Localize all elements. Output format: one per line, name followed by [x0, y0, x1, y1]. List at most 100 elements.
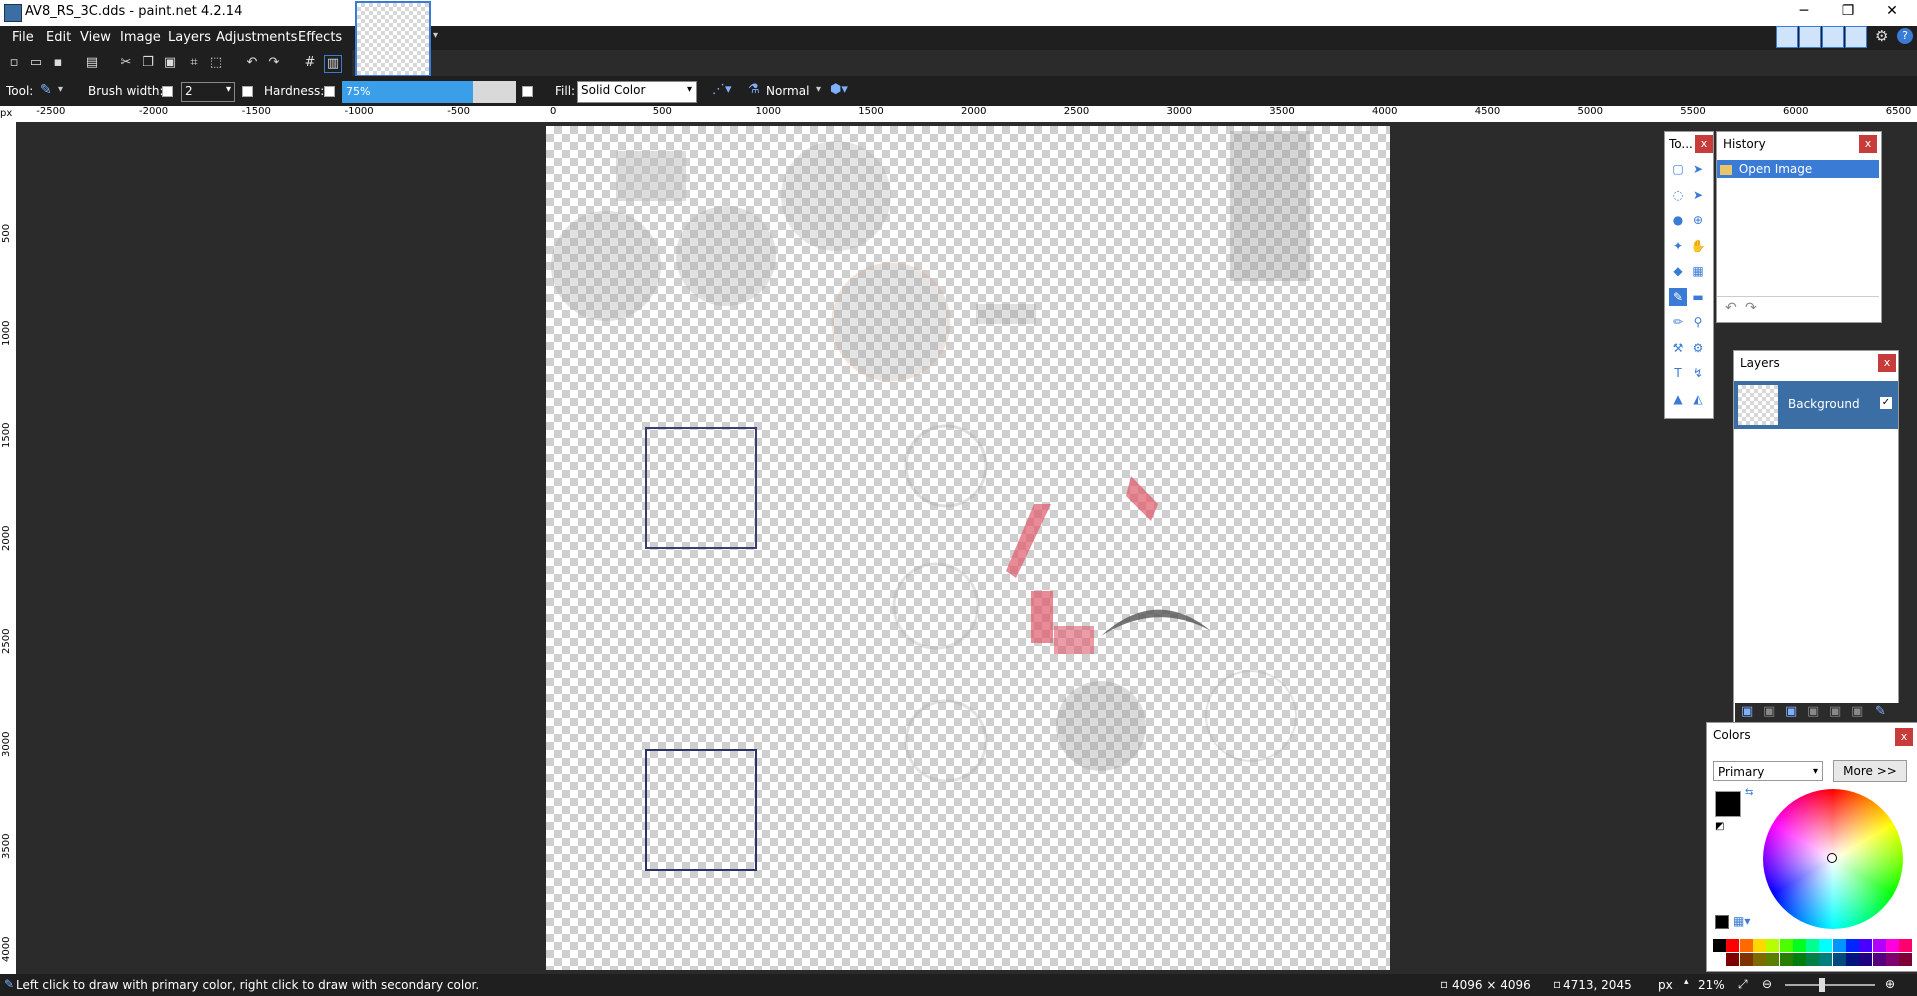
color-picker-tool-icon[interactable]: ⚲	[1689, 313, 1707, 331]
text-tool-icon[interactable]: T	[1669, 364, 1687, 382]
close-window-button[interactable]: ✕	[1869, 0, 1915, 24]
shapes-tool-icon[interactable]: ▲	[1669, 390, 1687, 408]
thumbnail-dropdown-icon[interactable]: ▾	[433, 30, 438, 41]
history-redo-icon[interactable]: ↷	[1745, 300, 1757, 316]
crop-to-selection-icon[interactable]: ⌗	[186, 55, 202, 71]
unit-dropdown-icon[interactable]: ▴	[1684, 977, 1689, 987]
palette-swatch[interactable]	[1752, 939, 1766, 952]
palette-swatch[interactable]	[1792, 939, 1806, 952]
brush-width-dropdown-icon[interactable]: ▾	[226, 84, 231, 95]
palette-swatch[interactable]	[1752, 953, 1766, 966]
history-window-toggle-icon[interactable]	[1799, 26, 1821, 48]
pan-tool-icon[interactable]: ✋	[1689, 237, 1707, 255]
layers-panel-close-button[interactable]: x	[1878, 354, 1896, 372]
palette-swatch[interactable]	[1819, 953, 1833, 966]
palette-swatch[interactable]	[1872, 939, 1886, 952]
gradient-tool-icon[interactable]: ▦	[1689, 262, 1707, 280]
more-colors-button[interactable]: More >>	[1833, 760, 1907, 782]
zoom-tool-icon[interactable]: ⊕	[1689, 211, 1707, 229]
menu-image[interactable]: Image	[120, 30, 161, 45]
fill-select[interactable]: Solid Color ▾	[577, 81, 697, 103]
brush-width-decrease-icon[interactable]	[162, 86, 173, 97]
blend-mode-dropdown-icon[interactable]: ▾	[816, 84, 821, 95]
image-thumbnail-tab[interactable]	[355, 1, 431, 77]
grid-icon[interactable]: #	[302, 55, 318, 71]
zoom-out-icon[interactable]: ⊖	[1762, 977, 1772, 991]
tools-window-toggle-icon[interactable]	[1776, 26, 1798, 48]
image-canvas[interactable]	[546, 126, 1390, 970]
redo-icon[interactable]: ↷	[266, 55, 282, 71]
menu-file[interactable]: File	[12, 30, 34, 45]
history-panel-close-button[interactable]: x	[1859, 135, 1877, 153]
hardness-decrease-icon[interactable]	[324, 86, 335, 97]
paintbrush-icon[interactable]: ✎	[40, 82, 52, 98]
palette-swatch[interactable]	[1739, 939, 1753, 952]
move-layer-up-icon[interactable]: ▣	[1829, 704, 1841, 719]
palette-swatch[interactable]	[1832, 939, 1846, 952]
palette-swatch[interactable]	[1859, 939, 1873, 952]
eraser-tool-icon[interactable]: ▬	[1689, 288, 1707, 306]
tools-panel-close-button[interactable]: x	[1695, 135, 1713, 153]
save-icon[interactable]: ▪	[50, 55, 66, 71]
palette-swatch[interactable]	[1846, 939, 1859, 952]
layer-visibility-checkbox[interactable]: ✓	[1880, 397, 1892, 409]
history-undo-icon[interactable]: ↶	[1725, 300, 1737, 316]
zoom-slider-handle[interactable]	[1819, 978, 1825, 992]
rectangle-select-tool-icon[interactable]: ▢	[1669, 160, 1687, 178]
new-file-icon[interactable]: ▫	[6, 55, 22, 71]
palette-menu-icon[interactable]: ▦▾	[1733, 914, 1750, 928]
palette-swatch[interactable]	[1859, 953, 1873, 966]
color-wheel-cursor[interactable]	[1827, 853, 1837, 863]
brush-width-increase-icon[interactable]	[242, 86, 253, 97]
merge-layer-icon[interactable]: ▣	[1807, 704, 1819, 719]
delete-layer-icon[interactable]: ▣	[1763, 704, 1775, 719]
layer-properties-icon[interactable]: ✎	[1875, 704, 1886, 719]
paintbrush-tool-icon[interactable]: ✎	[1669, 287, 1687, 306]
history-item-open-image[interactable]: Open Image	[1717, 160, 1879, 178]
layers-window-toggle-icon[interactable]	[1822, 26, 1844, 48]
menu-view[interactable]: View	[80, 30, 111, 45]
menu-effects[interactable]: Effects	[298, 30, 342, 45]
restore-button[interactable]: ❐	[1825, 0, 1871, 24]
lasso-select-tool-icon[interactable]: ◌	[1669, 186, 1687, 204]
palette-swatch[interactable]	[1832, 953, 1846, 966]
selection-mode-icon[interactable]: ⬢▾	[830, 82, 848, 97]
palette-swatch[interactable]	[1806, 939, 1820, 952]
colors-window-toggle-icon[interactable]	[1845, 26, 1867, 48]
ellipse-select-tool-icon[interactable]: ●	[1669, 211, 1687, 229]
copy-icon[interactable]: ❐	[140, 55, 156, 71]
palette-swatch[interactable]	[1885, 953, 1899, 966]
open-file-icon[interactable]: ▭	[28, 55, 44, 71]
color-wheel[interactable]	[1763, 789, 1903, 929]
palette-swatch[interactable]	[1713, 953, 1726, 966]
reset-colors-icon[interactable]: ◩	[1715, 821, 1724, 832]
color-mode-dropdown-icon[interactable]: ▾	[1813, 762, 1818, 782]
hardness-increase-icon[interactable]	[522, 86, 533, 97]
color-mode-select[interactable]: Primary ▾	[1713, 761, 1823, 781]
duplicate-layer-icon[interactable]: ▣	[1785, 704, 1797, 719]
shapes-alt-tool-icon[interactable]: ◭	[1689, 390, 1707, 408]
palette-swatch[interactable]	[1779, 953, 1793, 966]
primary-color-swatch[interactable]	[1715, 791, 1741, 817]
hardness-slider[interactable]: 75%	[342, 81, 516, 103]
recolor-tool-icon[interactable]: ⚙	[1689, 339, 1707, 357]
unit-select[interactable]: px	[1658, 978, 1673, 992]
palette-swatch[interactable]	[1726, 939, 1740, 952]
palette-swatch[interactable]	[1792, 953, 1806, 966]
menu-adjustments[interactable]: Adjustments	[216, 30, 297, 45]
pencil-tool-icon[interactable]: ✏	[1669, 313, 1687, 331]
line-curve-tool-icon[interactable]: ↯	[1689, 364, 1707, 382]
minimize-button[interactable]: ─	[1781, 0, 1827, 24]
move-selection-tool-icon[interactable]: ➤	[1689, 160, 1707, 178]
add-layer-icon[interactable]: ▣	[1741, 704, 1753, 719]
paint-bucket-tool-icon[interactable]: ◆	[1669, 262, 1687, 280]
zoom-to-window-icon[interactable]: ⤢	[1738, 977, 1748, 992]
palette-swatch[interactable]	[1846, 953, 1859, 966]
print-icon[interactable]: ▤	[84, 55, 100, 71]
antialiasing-icon[interactable]: ⋰▾	[712, 82, 732, 97]
palette-swatch[interactable]	[1766, 953, 1780, 966]
swap-colors-icon[interactable]: ⇆	[1745, 787, 1753, 798]
menu-edit[interactable]: Edit	[46, 30, 71, 45]
palette-swatch[interactable]	[1779, 939, 1793, 952]
palette-swatch[interactable]	[1819, 939, 1833, 952]
